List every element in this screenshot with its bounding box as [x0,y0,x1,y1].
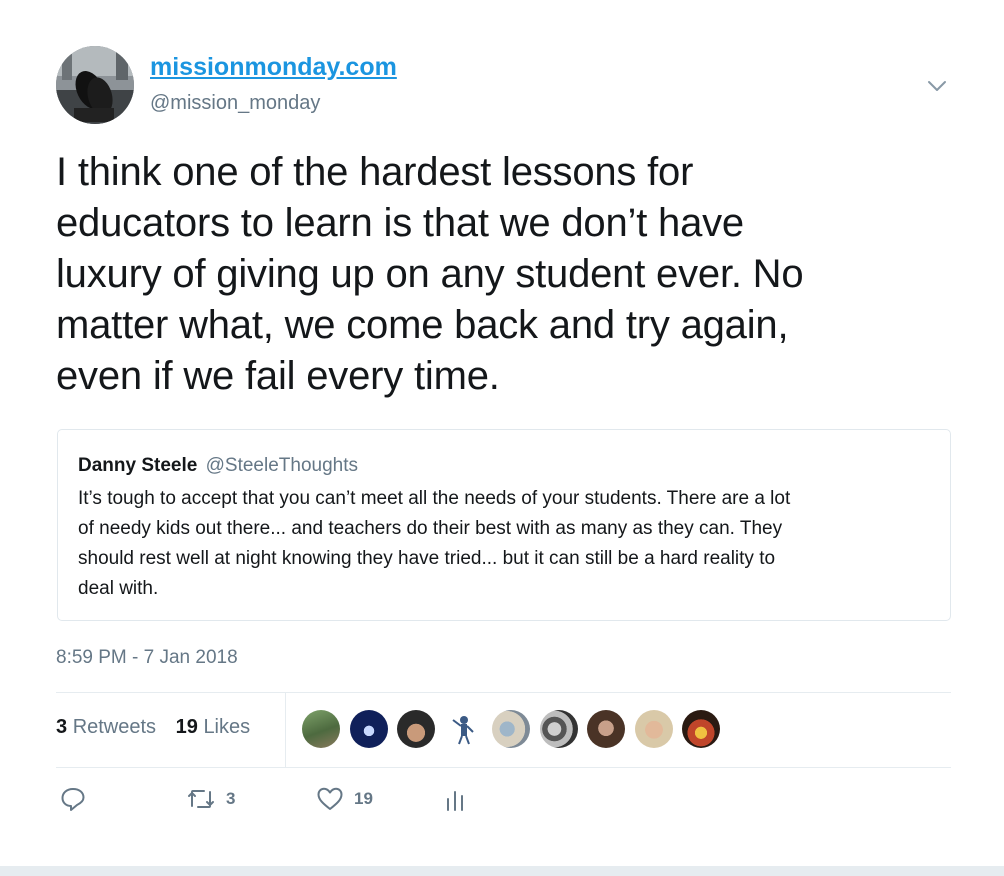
chevron-down-icon[interactable] [926,78,948,94]
liker-avatar[interactable] [540,710,578,748]
reply-icon [61,788,85,811]
analytics-button[interactable] [444,786,468,812]
quoted-author-handle: @SteeleThoughts [205,455,358,476]
tweet-detail: missionmonday.com @mission_monday I thin… [0,0,1004,876]
tweet-timestamp[interactable]: 8:59 PM - 7 Jan 2018 [56,647,238,669]
tweet-text-line: even if we fail every time. [56,354,500,398]
liker-avatar[interactable] [492,710,530,748]
author-avatar[interactable] [56,46,134,124]
tweet-text-line: luxury of giving up on any student ever.… [56,252,804,296]
retweet-count: 3 [226,789,236,808]
liker-avatar[interactable] [445,710,483,748]
retweet-button[interactable]: 3 [186,786,235,812]
tweet-text-line: educators to learn is that we don’t have [56,201,744,245]
tweet-text-line: I think one of the hardest lessons for [56,150,694,194]
liker-avatar[interactable] [350,710,388,748]
divider [56,767,951,768]
retweet-icon [188,790,214,808]
quoted-tweet[interactable]: Danny Steele @SteeleThoughts It’s tough … [57,429,951,621]
like-count: 19 [354,789,373,808]
liker-avatar[interactable] [587,710,625,748]
likes-label: Likes [203,716,251,738]
like-button[interactable]: 19 [316,786,373,812]
heart-icon [317,787,343,810]
quoted-text-line: of needy kids out there... and teachers … [78,518,783,539]
liker-avatar[interactable] [682,710,720,748]
quoted-text-line: It’s tough to accept that you can’t meet… [78,488,791,509]
quoted-text-line: deal with. [78,578,159,599]
likes-count: 19 [175,716,198,738]
liker-avatar[interactable] [635,710,673,748]
quoted-tweet-header: Danny Steele @SteeleThoughts [78,455,358,477]
stats-divider [285,693,286,767]
retweets-stat[interactable]: 3 Retweets [56,716,156,739]
reply-button[interactable] [60,786,86,812]
likes-stat[interactable]: 19 Likes [176,716,251,739]
analytics-icon [447,791,463,811]
divider [56,692,951,693]
bottom-bar [0,866,1004,876]
tweet-stats: 3 Retweets 19 Likes [56,716,264,739]
retweets-label: Retweets [72,716,157,738]
tweet-text-line: matter what, we come back and try again, [56,303,789,347]
avatar-image [56,46,134,124]
author-display-name[interactable]: missionmonday.com [150,53,397,82]
liker-avatar[interactable] [302,710,340,748]
author-handle[interactable]: @mission_monday [150,92,320,115]
quoted-text-line: should rest well at night knowing they h… [78,548,776,569]
tweet-text: I think one of the hardest lessons for e… [56,147,956,402]
quoted-tweet-text: It’s tough to accept that you can’t meet… [78,484,938,604]
liker-avatar[interactable] [397,710,435,748]
quoted-author-name: Danny Steele [78,455,198,476]
retweets-count: 3 [56,716,68,738]
